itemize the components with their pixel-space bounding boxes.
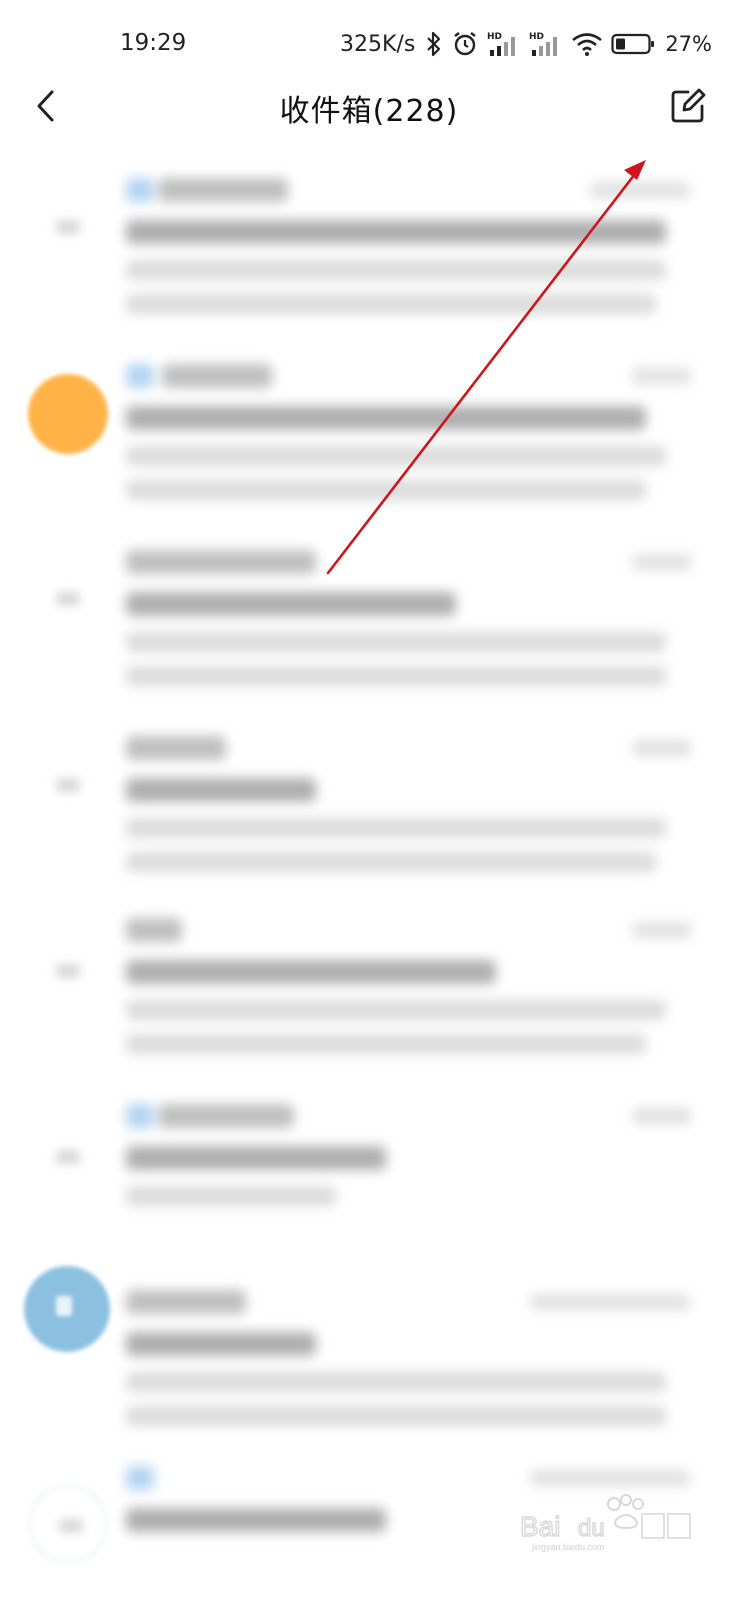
mail-preview (126, 1186, 336, 1206)
app-header: 收件箱(228) (0, 78, 738, 148)
svg-text:HD: HD (529, 32, 544, 42)
sender-name (126, 550, 316, 574)
svg-text:Bai: Bai (520, 1511, 560, 1542)
unread-tag (126, 1466, 154, 1490)
mail-preview (126, 294, 656, 314)
mail-list-item[interactable] (0, 532, 738, 718)
mail-preview (126, 666, 666, 686)
sender-name (126, 1290, 246, 1314)
mail-list-item[interactable] (0, 718, 738, 904)
mail-date (530, 1294, 690, 1310)
avatar (28, 1118, 108, 1198)
status-time: 19:29 (120, 30, 187, 56)
mail-preview (126, 1406, 666, 1426)
mail-subject (126, 1508, 386, 1532)
mail-list-item[interactable] (0, 346, 738, 532)
mail-preview (126, 818, 666, 838)
sender-name (158, 178, 288, 202)
mail-date (632, 1108, 692, 1124)
status-bar: 19:29 325K/s HD HD 27% (0, 0, 738, 88)
bluetooth-icon (425, 31, 443, 57)
sender-name (162, 364, 272, 388)
mail-preview (126, 852, 656, 872)
mail-preview (126, 632, 666, 652)
avatar (28, 746, 108, 826)
watermark-logo: Bai du jingyan.baidu.com (519, 1494, 691, 1552)
page-title: 收件箱(228) (279, 94, 459, 129)
mail-subject (126, 778, 316, 802)
mail-subject (126, 1332, 316, 1356)
svg-text:jingyan.baidu.com: jingyan.baidu.com (531, 1542, 605, 1552)
mail-date (530, 1470, 690, 1486)
sender-name (126, 918, 182, 942)
avatar (28, 932, 108, 1012)
mail-preview (126, 480, 646, 500)
svg-text:du: du (578, 1515, 605, 1542)
network-speed: 325K/s (340, 31, 416, 57)
avatar (28, 188, 108, 268)
battery-percent: 27% (665, 32, 712, 56)
mail-list-item[interactable] (0, 160, 738, 346)
svg-text:HD: HD (487, 32, 502, 42)
mail-date (590, 182, 690, 198)
mail-date (632, 740, 692, 756)
unread-tag (126, 1104, 154, 1128)
mail-date (632, 368, 692, 384)
mail-subject (126, 1146, 386, 1170)
mail-list-item[interactable] (0, 904, 738, 1090)
mail-subject (126, 592, 456, 616)
mail-preview (126, 1000, 666, 1020)
mail-preview (126, 1372, 666, 1392)
avatar (28, 560, 108, 640)
mail-preview (126, 446, 666, 466)
mail-date (632, 554, 692, 570)
status-icons: 325K/s HD HD 27% (340, 28, 712, 60)
mail-subject (126, 220, 666, 244)
mail-subject (126, 960, 496, 984)
mail-subject (126, 406, 646, 430)
signal-hd-2-icon: HD (529, 30, 563, 58)
mail-list (0, 160, 738, 1600)
sender-name (158, 1104, 294, 1128)
avatar (28, 374, 108, 454)
wifi-icon (571, 31, 603, 57)
compose-button[interactable] (664, 84, 712, 132)
sender-name (126, 736, 226, 760)
mail-list-item[interactable] (0, 1090, 738, 1276)
unread-tag (126, 178, 154, 202)
avatar (24, 1266, 110, 1352)
mail-preview (126, 1034, 646, 1054)
signal-hd-1-icon: HD (487, 30, 521, 58)
battery-icon (611, 32, 655, 56)
compose-edit-icon (670, 88, 706, 128)
alarm-icon (451, 30, 479, 58)
avatar (28, 1484, 108, 1564)
unread-tag (126, 364, 154, 388)
mail-preview (126, 260, 666, 280)
mail-list-item[interactable] (0, 1266, 738, 1462)
mail-date (632, 922, 692, 938)
